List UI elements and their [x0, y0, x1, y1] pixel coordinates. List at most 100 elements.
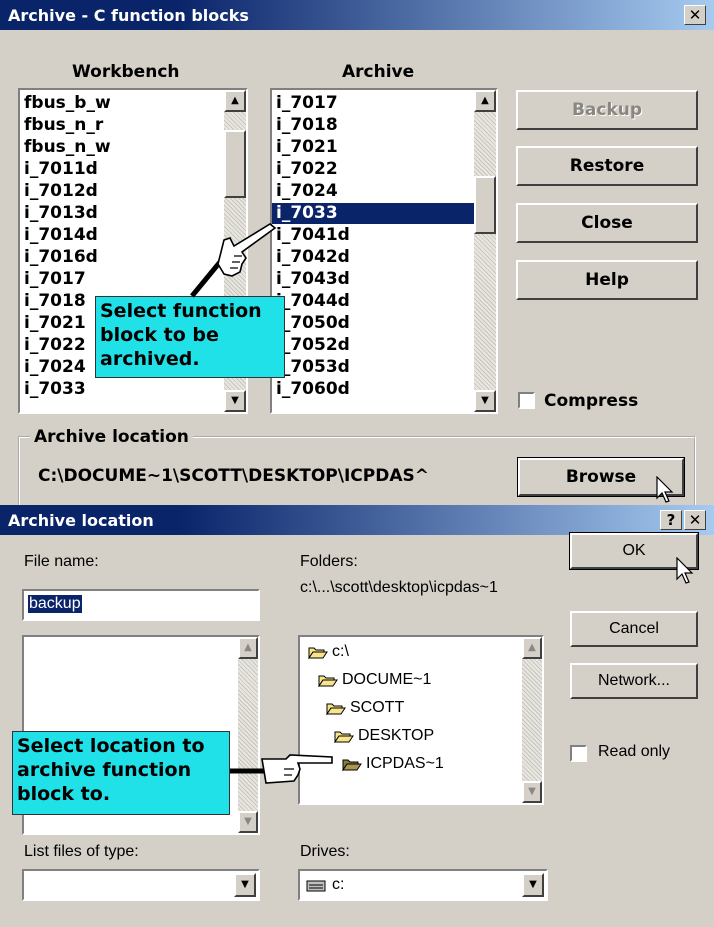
- scroll-down-icon[interactable]: ▼: [238, 811, 258, 833]
- open-folder-icon: [308, 647, 328, 659]
- list-item[interactable]: i_7022: [276, 159, 338, 180]
- archive-list-label: Archive: [342, 62, 415, 82]
- scroll-up-icon[interactable]: ▲: [224, 90, 246, 112]
- folders-label: Folders:: [300, 553, 358, 570]
- folder-item[interactable]: SCOTT: [326, 699, 404, 717]
- read-only-label: Read only: [598, 743, 671, 760]
- file-list-scrollbar[interactable]: ▲ ▼: [238, 637, 258, 833]
- drives-value: c:: [332, 876, 345, 893]
- open-folder-icon: [326, 703, 346, 715]
- location-dialog-title: Archive location: [8, 511, 154, 530]
- pointing-hand-icon: [190, 223, 277, 298]
- mouse-cursor-icon: [676, 557, 694, 584]
- restore-button[interactable]: Restore: [516, 146, 698, 186]
- list-item[interactable]: i_7042d: [276, 247, 350, 268]
- list-item[interactable]: i_7021: [24, 313, 86, 334]
- folder-item[interactable]: DESKTOP: [334, 727, 434, 745]
- open-folder-icon: [342, 759, 362, 771]
- archive-dialog-title: Archive - C function blocks: [8, 6, 249, 25]
- archive-dialog: Archive - C function blocks ✕ Workbench …: [0, 0, 714, 505]
- list-item[interactable]: fbus_b_w: [24, 93, 111, 114]
- network-button[interactable]: Network...: [570, 663, 698, 699]
- list-item[interactable]: i_7043d: [276, 269, 350, 290]
- list-item[interactable]: i_7017: [24, 269, 86, 290]
- scroll-down-icon[interactable]: ▼: [224, 390, 246, 412]
- drives-select[interactable]: c: ▼: [298, 869, 548, 901]
- scroll-thumb[interactable]: [224, 130, 246, 198]
- list-item[interactable]: fbus_n_r: [24, 115, 103, 136]
- workbench-label: Workbench: [72, 62, 180, 82]
- folder-item[interactable]: c:\: [308, 643, 349, 661]
- drive-icon: [306, 880, 326, 892]
- list-item[interactable]: i_7052d: [276, 335, 350, 356]
- archive-location-dialog: Archive location ? ✕ File name: backup ▲…: [0, 505, 714, 927]
- list-item[interactable]: i_7053d: [276, 357, 350, 378]
- callout-select-function-block: Select function block to be archived.: [95, 296, 285, 378]
- folder-scrollbar[interactable]: ▲ ▼: [522, 637, 542, 803]
- mouse-cursor-icon: [656, 476, 674, 503]
- cancel-button[interactable]: Cancel: [570, 611, 698, 647]
- chevron-down-icon[interactable]: ▼: [522, 873, 544, 897]
- callout-line: Select function: [100, 300, 262, 322]
- file-name-input[interactable]: backup: [22, 589, 260, 621]
- close-icon[interactable]: ✕: [684, 5, 706, 25]
- help-icon[interactable]: ?: [660, 510, 682, 530]
- folder-label: DOCUME~1: [342, 671, 432, 688]
- scroll-down-icon[interactable]: ▼: [522, 781, 542, 803]
- list-item[interactable]: i_7050d: [276, 313, 350, 334]
- folder-item[interactable]: DOCUME~1: [318, 671, 431, 689]
- folder-label: SCOTT: [350, 699, 405, 716]
- list-item[interactable]: i_7060d: [276, 379, 350, 400]
- list-item[interactable]: i_7024: [276, 181, 338, 202]
- scroll-up-icon[interactable]: ▲: [238, 637, 258, 659]
- archive-listbox[interactable]: i_7017 i_7018 i_7021 i_7022 i_7024 i_7033 i_70…: [270, 88, 498, 414]
- scroll-up-icon[interactable]: ▲: [522, 637, 542, 659]
- list-item[interactable]: i_7016d: [24, 247, 98, 268]
- read-only-checkbox[interactable]: [570, 745, 587, 762]
- list-item[interactable]: i_7018: [24, 291, 86, 312]
- folder-label: DESKTOP: [358, 727, 435, 744]
- list-item[interactable]: i_7011d: [24, 159, 98, 180]
- scroll-up-icon[interactable]: ▲: [474, 90, 496, 112]
- open-folder-icon: [318, 675, 338, 687]
- list-item-selected[interactable]: i_7033: [272, 203, 496, 224]
- callout-line: block to be: [100, 324, 219, 346]
- list-item[interactable]: i_7024: [24, 357, 86, 378]
- close-icon[interactable]: ✕: [684, 510, 706, 530]
- folders-path: c:\...\scott\desktop\icpdas~1: [300, 579, 498, 596]
- list-item[interactable]: fbus_n_w: [24, 137, 111, 158]
- pointing-hand-icon: [230, 754, 333, 784]
- callout-line: Select location to: [17, 735, 205, 757]
- compress-checkbox[interactable]: [518, 392, 535, 409]
- list-item[interactable]: i_7013d: [24, 203, 98, 224]
- list-item[interactable]: i_7017: [276, 93, 338, 114]
- archive-location-label: Archive location: [30, 427, 193, 447]
- list-item[interactable]: i_7044d: [276, 291, 350, 312]
- scroll-thumb[interactable]: [474, 176, 496, 234]
- chevron-down-icon[interactable]: ▼: [234, 873, 256, 897]
- list-item[interactable]: i_7021: [276, 137, 338, 158]
- list-item[interactable]: i_7033: [24, 379, 86, 400]
- list-item[interactable]: i_7022: [24, 335, 86, 356]
- file-type-select[interactable]: ▼: [22, 869, 260, 901]
- folder-label: c:\: [332, 643, 349, 660]
- list-files-label: List files of type:: [24, 843, 139, 860]
- location-dialog-titlebar[interactable]: Archive location ? ✕: [0, 505, 714, 535]
- file-name-label: File name:: [24, 553, 99, 570]
- backup-button[interactable]: Backup: [516, 90, 698, 130]
- callout-line: block to.: [17, 783, 111, 805]
- close-button[interactable]: Close: [516, 203, 698, 243]
- file-name-value: backup: [28, 595, 82, 613]
- list-item[interactable]: i_7041d: [276, 225, 350, 246]
- list-item[interactable]: i_7018: [276, 115, 338, 136]
- list-item[interactable]: i_7012d: [24, 181, 98, 202]
- callout-select-location: Select location to archive function bloc…: [12, 731, 230, 815]
- archive-location-path: C:\DOCUME~1\SCOTT\DESKTOP\ICPDAS^: [38, 466, 429, 486]
- list-item[interactable]: i_7014d: [24, 225, 98, 246]
- archive-scrollbar[interactable]: ▲ ▼: [474, 90, 496, 412]
- callout-line: archive function: [17, 759, 192, 781]
- folder-item-selected[interactable]: ICPDAS~1: [342, 755, 444, 773]
- help-button[interactable]: Help: [516, 260, 698, 300]
- scroll-down-icon[interactable]: ▼: [474, 390, 496, 412]
- archive-dialog-titlebar[interactable]: Archive - C function blocks ✕: [0, 0, 714, 30]
